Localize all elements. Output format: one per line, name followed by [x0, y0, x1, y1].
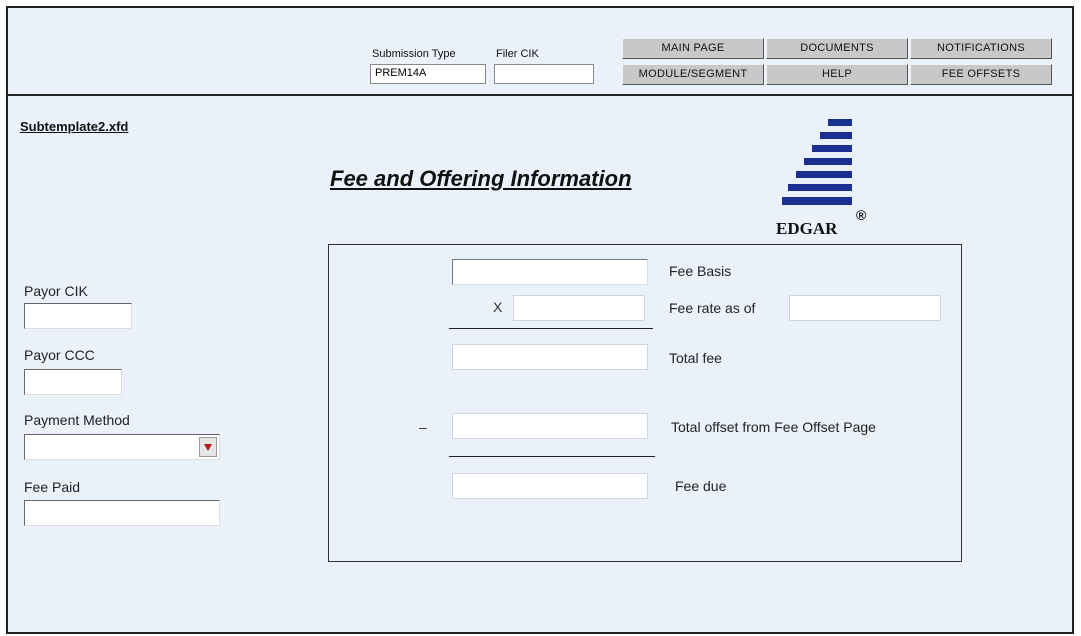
fee-paid-label: Fee Paid: [24, 479, 81, 495]
fee-calculation-panel: Fee Basis X Fee rate as of Total fee – T…: [328, 244, 962, 562]
edgar-logo: EDGAR ®: [770, 116, 890, 242]
main-page-button[interactable]: MAIN PAGE: [622, 38, 764, 59]
fee-rate-date-input[interactable]: [789, 295, 941, 321]
total-offset-label: Total offset from Fee Offset Page: [671, 419, 876, 435]
dropdown-arrow-icon[interactable]: [199, 437, 217, 457]
payment-method-dropdown[interactable]: [24, 434, 220, 460]
fee-due-input[interactable]: [452, 473, 648, 499]
help-button[interactable]: HELP: [766, 64, 908, 85]
fee-rate-label: Fee rate as of: [669, 300, 756, 316]
total-fee-input[interactable]: [452, 344, 648, 370]
submission-type-label: Submission Type: [372, 48, 456, 60]
payor-cik-label: Payor CIK: [24, 283, 88, 299]
edgar-logo-text: EDGAR: [776, 219, 838, 238]
payor-ccc-input[interactable]: [24, 369, 122, 395]
notifications-button[interactable]: NOTIFICATIONS: [910, 38, 1052, 59]
fee-rate-input[interactable]: [513, 295, 645, 321]
total-fee-label: Total fee: [669, 350, 722, 366]
multiply-symbol: X: [493, 299, 503, 315]
documents-button[interactable]: DOCUMENTS: [766, 38, 908, 59]
minus-symbol: –: [419, 419, 427, 435]
payor-ccc-label: Payor CCC: [24, 347, 95, 363]
registered-mark: ®: [856, 207, 867, 223]
header-bar: Submission Type PREM14A Filer CIK MAIN P…: [8, 8, 1072, 96]
fee-paid-input[interactable]: [24, 500, 220, 526]
fee-offsets-button[interactable]: FEE OFFSETS: [910, 64, 1052, 85]
fee-basis-input[interactable]: [452, 259, 648, 285]
submission-type-field[interactable]: PREM14A: [370, 64, 486, 84]
fee-due-label: Fee due: [675, 478, 727, 494]
app-frame: Submission Type PREM14A Filer CIK MAIN P…: [6, 6, 1074, 634]
payment-method-label: Payment Method: [24, 412, 130, 428]
filer-cik-field[interactable]: [494, 64, 594, 84]
payor-cik-input[interactable]: [24, 303, 132, 329]
document-name: Subtemplate2.xfd: [20, 119, 129, 134]
filer-cik-label: Filer CIK: [496, 48, 539, 60]
module-segment-button[interactable]: MODULE/SEGMENT: [622, 64, 764, 85]
divider-line: [449, 456, 655, 457]
page-title: Fee and Offering Information: [330, 166, 632, 191]
fee-basis-label: Fee Basis: [669, 263, 732, 279]
divider-line: [449, 328, 653, 329]
total-offset-input[interactable]: [452, 413, 648, 439]
